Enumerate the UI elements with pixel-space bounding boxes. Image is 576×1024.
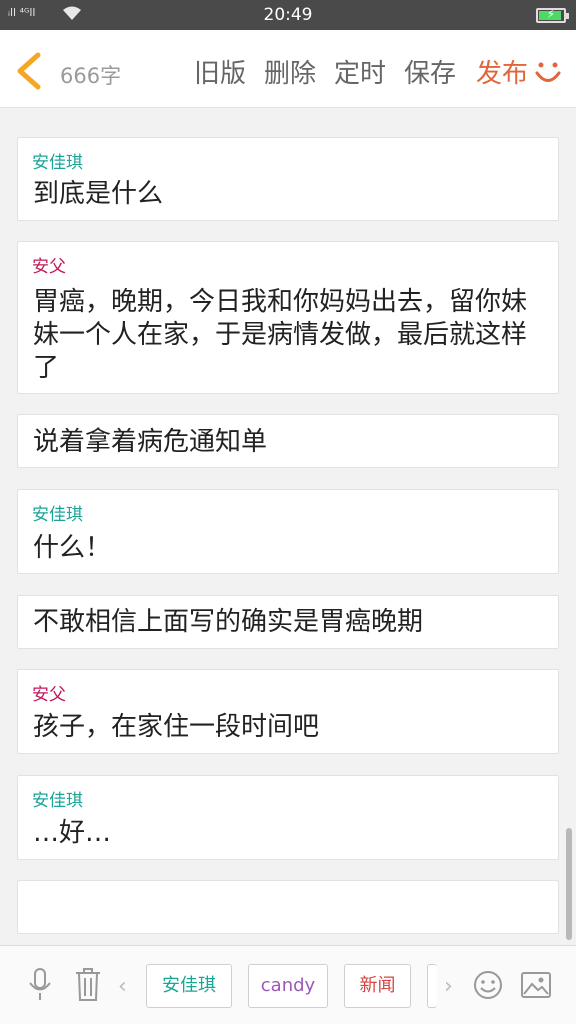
chevron-left-icon[interactable]: ‹ xyxy=(118,974,127,999)
word-count: 666字 xyxy=(60,64,122,88)
speaker-label: 安佳琪 xyxy=(32,153,83,173)
chevron-right-icon[interactable]: › xyxy=(444,974,453,999)
scrollbar[interactable] xyxy=(566,828,572,940)
speaker-label: 安父 xyxy=(32,685,66,705)
dialogue-card[interactable]: 安父 胃癌，晚期，今日我和你妈妈出去，留你妹妹一个人在家，于是病情发做，最后就这… xyxy=(17,241,559,394)
emoji-icon[interactable] xyxy=(473,970,503,1000)
dialogue-card[interactable]: 安父 孩子，在家住一段时间吧 xyxy=(17,669,559,754)
battery-icon: ⚡ xyxy=(536,7,569,23)
old-version-button[interactable]: 旧版 xyxy=(194,53,246,90)
image-icon[interactable] xyxy=(521,972,551,998)
dialogue-text: 到底是什么 xyxy=(33,179,164,209)
status-bar: ᵢll ⁴ᴳll 20:49 ⚡ xyxy=(0,0,576,30)
speaker-label: 安佳琪 xyxy=(32,505,83,525)
dialogue-card[interactable]: 安佳琪 …好… xyxy=(17,775,559,860)
dialogue-text: …好… xyxy=(33,818,112,848)
character-chip[interactable]: 新闻 xyxy=(344,964,411,1008)
empty-input-card[interactable] xyxy=(17,880,559,934)
speaker-label: 安佳琪 xyxy=(32,791,83,811)
charging-icon: ⚡ xyxy=(546,7,556,21)
character-chip-partial[interactable] xyxy=(427,964,437,1008)
dialogue-card[interactable]: 安佳琪 到底是什么 xyxy=(17,137,559,221)
clock: 20:49 xyxy=(263,5,313,25)
character-chip[interactable]: 安佳琪 xyxy=(146,964,232,1008)
editor-toolbar: 666字 旧版 删除 定时 保存 发布 xyxy=(0,30,576,108)
dialogue-text: 孩子，在家住一段时间吧 xyxy=(33,712,320,742)
save-button[interactable]: 保存 xyxy=(404,53,456,90)
bottom-toolbar: ‹ 安佳琪 candy 新闻 › xyxy=(0,945,576,1024)
schedule-button[interactable]: 定时 xyxy=(334,53,386,90)
story-content[interactable]: 安佳琪 到底是什么 安父 胃癌，晚期，今日我和你妈妈出去，留你妹妹一个人在家，于… xyxy=(0,109,576,945)
narration-text: 说着拿着病危通知单 xyxy=(33,427,268,457)
chevron-left-icon[interactable] xyxy=(12,52,46,90)
character-chip[interactable]: candy xyxy=(248,964,328,1008)
publish-button[interactable]: 发布 xyxy=(476,53,528,90)
dialogue-text: 胃癌，晚期，今日我和你妈妈出去，留你妹妹一个人在家，于是病情发做，最后就这样了 xyxy=(33,287,528,383)
trash-icon[interactable] xyxy=(74,968,102,1002)
speaker-label: 安父 xyxy=(32,257,66,277)
microphone-icon[interactable] xyxy=(28,968,52,1002)
narration-text: 不敢相信上面写的确实是胃癌晚期 xyxy=(33,607,424,637)
delete-button[interactable]: 删除 xyxy=(264,53,316,90)
battery-tip xyxy=(566,13,569,19)
dialogue-text: 什么！ xyxy=(33,533,112,563)
narration-card[interactable]: 不敢相信上面写的确实是胃癌晚期 xyxy=(17,595,559,649)
narration-card[interactable]: 说着拿着病危通知单 xyxy=(17,414,559,468)
dialogue-card[interactable]: 安佳琪 什么！ xyxy=(17,489,559,574)
smile-icon[interactable] xyxy=(534,60,562,86)
